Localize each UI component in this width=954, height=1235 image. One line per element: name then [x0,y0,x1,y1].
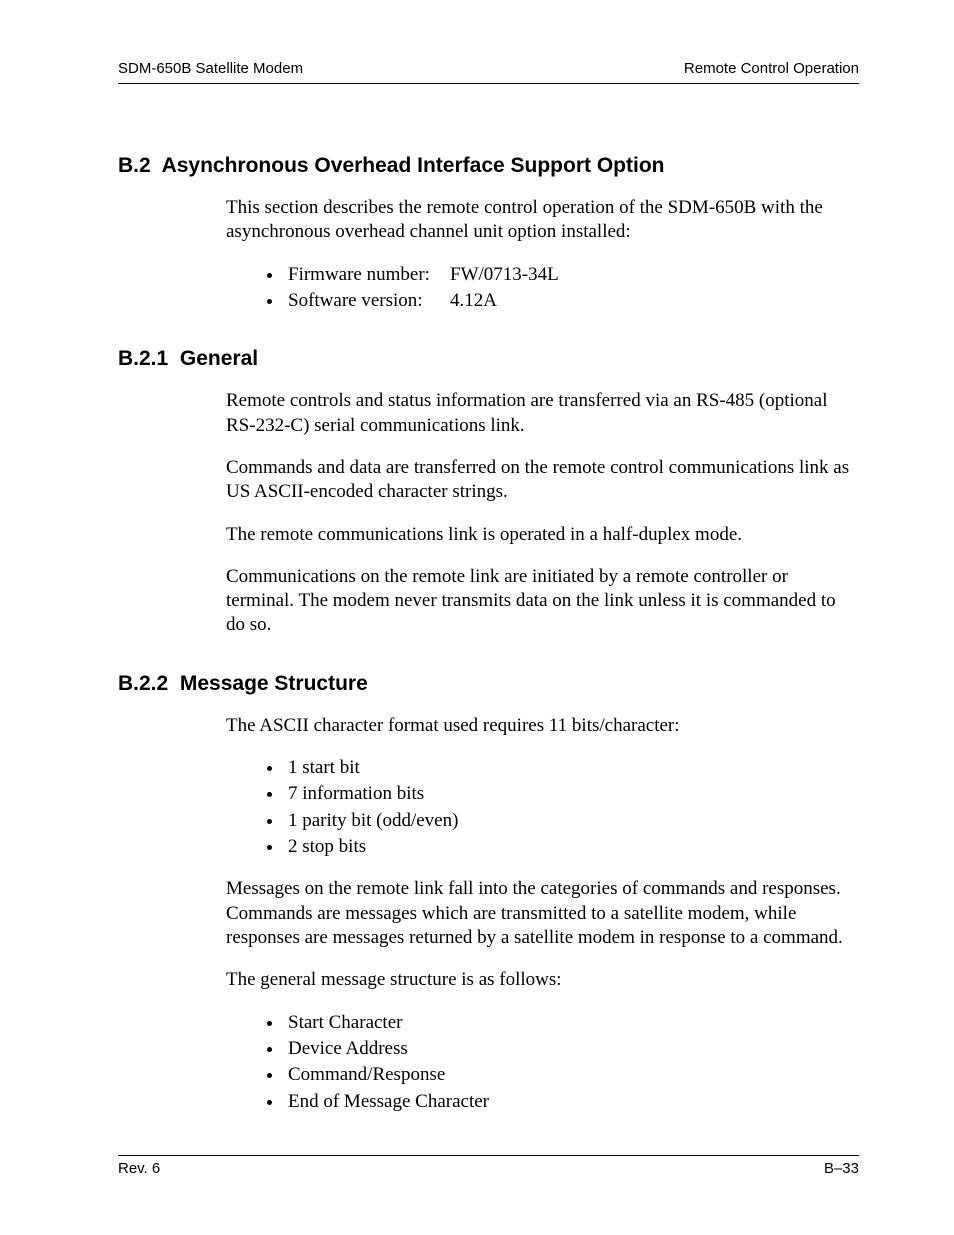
body-para: The ASCII character format used requires… [226,714,859,738]
firmware-list: Firmware number: FW/0713-34L Software ve… [284,263,859,314]
list-item: Software version: 4.12A [284,289,859,313]
list-item: 7 information bits [284,782,859,806]
footer-rule [118,1155,859,1156]
kv-label: Software version: [288,289,450,313]
heading-number: B.2.1 [118,347,168,370]
section-b22-body: The ASCII character format used requires… [226,714,859,1114]
body-para: Remote controls and status information a… [226,389,859,438]
heading-number: B.2.2 [118,672,168,695]
list-item: Device Address [284,1037,859,1061]
heading-number: B.2 [118,154,151,177]
list-item: 2 stop bits [284,835,859,859]
body-para: Messages on the remote link fall into th… [226,877,859,950]
kv-label: Firmware number: [288,263,450,287]
kv-value: 4.12A [450,289,497,313]
body-para: The remote communications link is operat… [226,523,859,547]
footer-right: B–33 [824,1160,859,1177]
list-item: End of Message Character [284,1090,859,1114]
list-item: 1 parity bit (odd/even) [284,809,859,833]
body-para: Commands and data are transferred on the… [226,456,859,505]
heading-title: General [180,347,258,370]
intro-para: This section describes the remote contro… [226,196,859,245]
running-footer: Rev. 6 B–33 [118,1155,859,1177]
char-bits-list: 1 start bit 7 information bits 1 parity … [284,756,859,859]
section-b21-body: Remote controls and status information a… [226,389,859,638]
list-item: Firmware number: FW/0713-34L [284,263,859,287]
msg-struct-list: Start Character Device Address Command/R… [284,1011,859,1114]
list-item: Start Character [284,1011,859,1035]
section-b2-body: This section describes the remote contro… [226,196,859,313]
heading-title: Asynchronous Overhead Interface Support … [162,154,665,177]
header-rule [118,83,859,84]
heading-b21: B.2.1 General [118,347,859,371]
kv-value: FW/0713-34L [450,263,559,287]
heading-b22: B.2.2 Message Structure [118,672,859,696]
running-header: SDM-650B Satellite Modem Remote Control … [118,60,859,77]
body-para: Communications on the remote link are in… [226,565,859,638]
list-item: Command/Response [284,1063,859,1087]
header-right: Remote Control Operation [684,60,859,77]
heading-title: Message Structure [180,672,368,695]
header-left: SDM-650B Satellite Modem [118,60,303,77]
list-item: 1 start bit [284,756,859,780]
footer-left: Rev. 6 [118,1160,160,1177]
body-para: The general message structure is as foll… [226,968,859,992]
heading-b2: B.2 Asynchronous Overhead Interface Supp… [118,154,859,178]
